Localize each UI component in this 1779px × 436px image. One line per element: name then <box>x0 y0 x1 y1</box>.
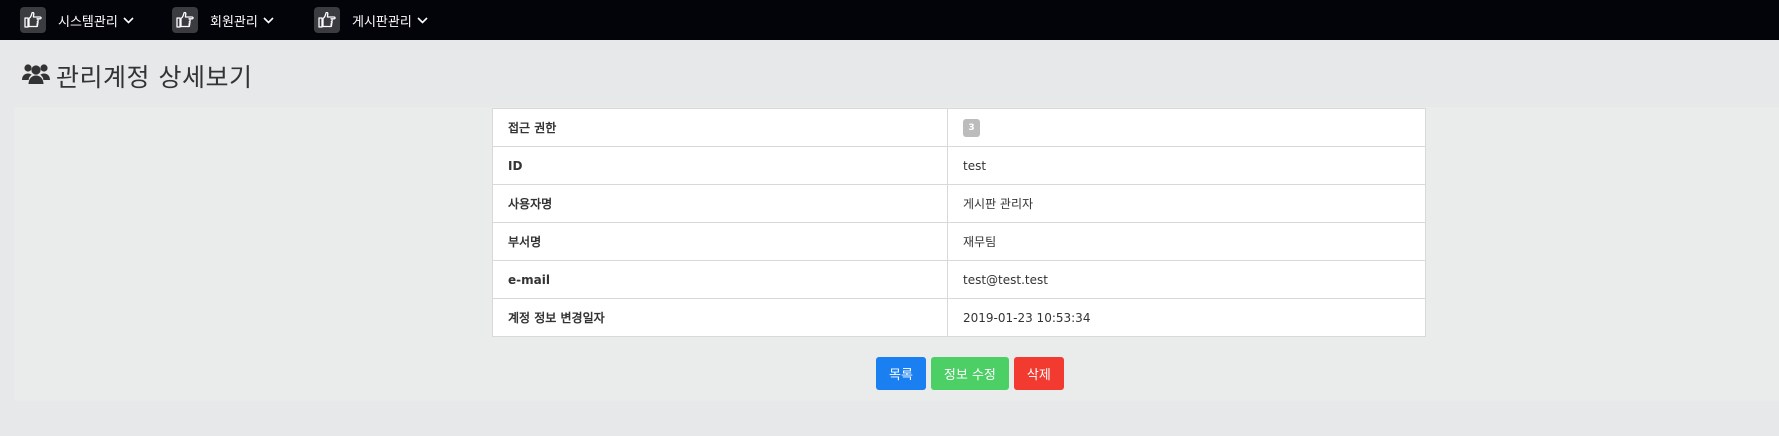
nav-menu-label: 게시판관리 <box>352 14 412 30</box>
access-level-badge: 3 <box>963 118 980 137</box>
row-label: 접근 권한 <box>492 108 948 147</box>
chevron-down-icon <box>123 16 134 24</box>
edit-info-button[interactable]: 정보 수정 <box>930 357 1009 390</box>
pointing-hand-icon <box>314 7 340 33</box>
nav-menu-member[interactable]: 회원관리 <box>172 7 274 33</box>
row-value: 게시판 관리자 <box>947 184 1426 223</box>
row-value: 3 <box>947 108 1426 147</box>
table-row: 계정 정보 변경일자 2019-01-23 10:53:34 <box>492 298 1426 337</box>
users-icon <box>22 62 50 90</box>
list-button[interactable]: 목록 <box>876 357 926 390</box>
row-value: test <box>947 146 1426 185</box>
row-value: 2019-01-23 10:53:34 <box>947 298 1426 337</box>
table-row: 사용자명 게시판 관리자 <box>492 184 1426 223</box>
row-label: ID <box>492 146 948 185</box>
row-label: 부서명 <box>492 222 948 261</box>
table-row: e-mail test@test.test <box>492 260 1426 299</box>
chevron-down-icon <box>263 16 274 24</box>
action-buttons: 목록 정보 수정 삭제 <box>876 357 1064 390</box>
page-header: 관리계정 상세보기 <box>22 58 252 94</box>
table-row: 접근 권한 3 <box>492 108 1426 147</box>
nav-menu-label: 시스템관리 <box>58 14 118 30</box>
table-row: 부서명 재무팀 <box>492 222 1426 261</box>
pointing-hand-icon <box>20 7 46 33</box>
page-title: 관리계정 상세보기 <box>56 63 253 92</box>
pointing-hand-icon <box>172 7 198 33</box>
row-label: 계정 정보 변경일자 <box>492 298 948 337</box>
row-value: 재무팀 <box>947 222 1426 261</box>
top-nav-bar: 시스템관리 회원관리 게시판관리 <box>0 0 1779 40</box>
row-value: test@test.test <box>947 260 1426 299</box>
nav-menu-board[interactable]: 게시판관리 <box>314 7 428 33</box>
row-label: 사용자명 <box>492 184 948 223</box>
table-row: ID test <box>492 146 1426 185</box>
row-label: e-mail <box>492 260 948 299</box>
account-detail-table: 접근 권한 3 ID test 사용자명 게시판 관리자 부서명 재무팀 e-m… <box>492 108 1426 337</box>
nav-menu-label: 회원관리 <box>210 14 258 30</box>
delete-button[interactable]: 삭제 <box>1013 357 1064 390</box>
nav-menu-system[interactable]: 시스템관리 <box>20 7 134 33</box>
chevron-down-icon <box>417 16 428 24</box>
